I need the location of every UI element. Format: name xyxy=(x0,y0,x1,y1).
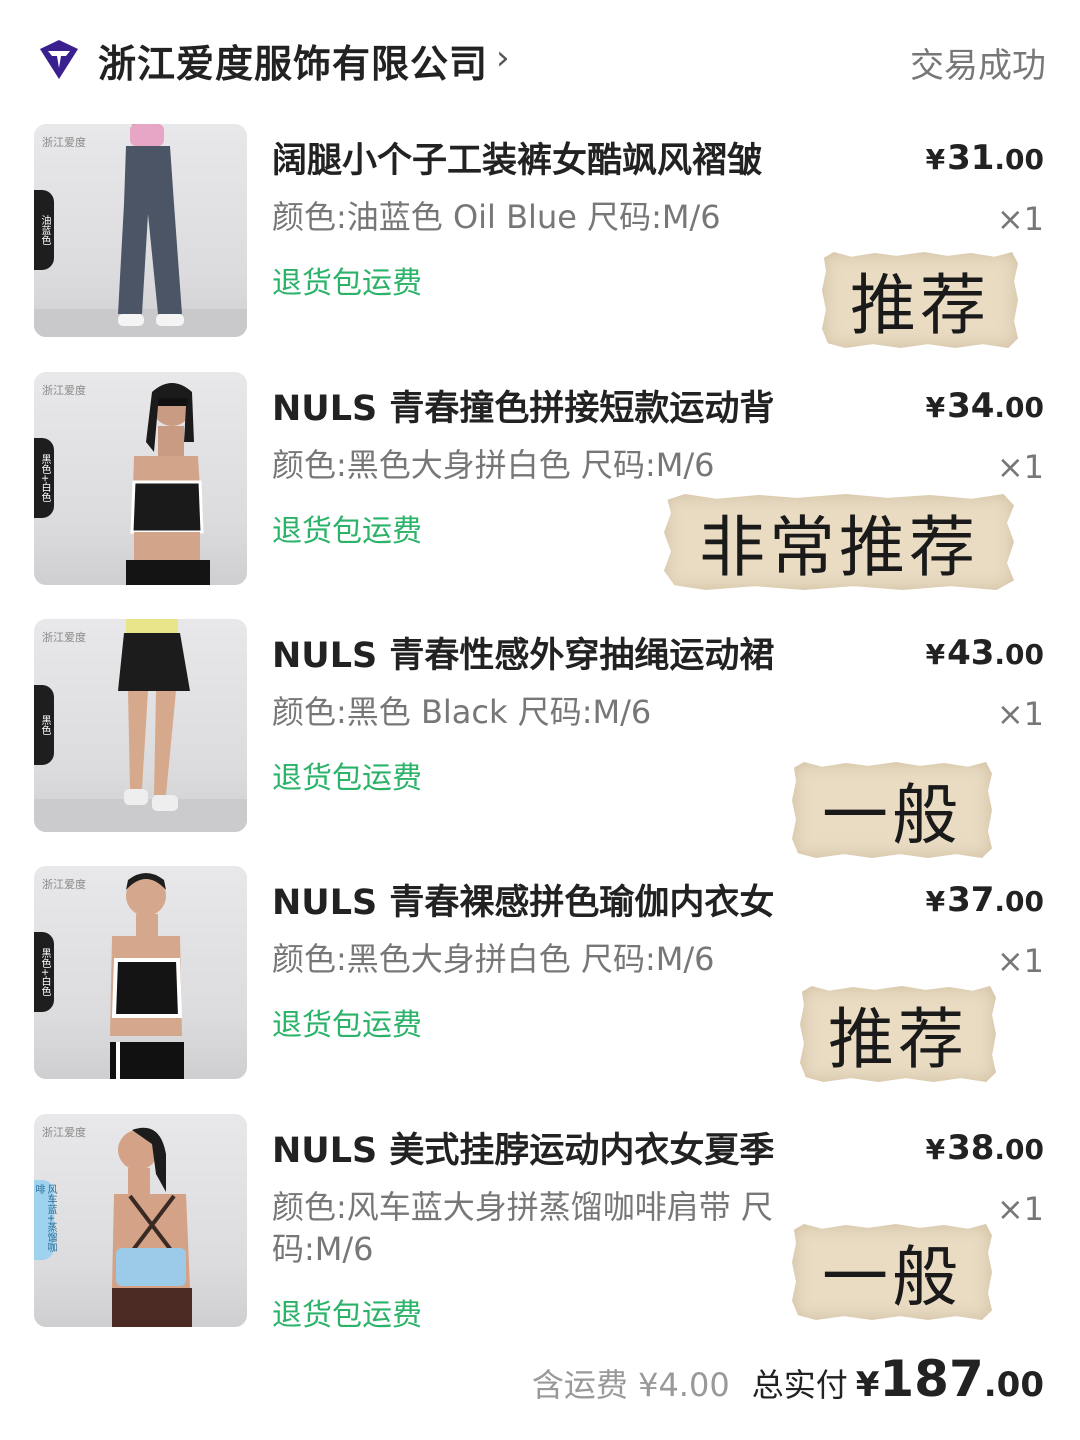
price-decimal: .00 xyxy=(994,638,1044,671)
product-image xyxy=(112,1127,192,1327)
product-title[interactable]: NULS 青春裸感拼色瑜伽内衣女 xyxy=(272,874,774,925)
return-shipping-badge: 退货包运费 xyxy=(272,266,422,301)
return-shipping-badge: 退货包运费 xyxy=(272,1008,422,1043)
rating-sticker: 非常推荐 xyxy=(664,494,1014,590)
order-detail-page: 浙江爱度服饰有限公司 › 交易成功 浙江爱度 油蓝色 阔腿小个子工装裤女酷飒风褶… xyxy=(0,0,1080,1440)
total-amount-decimal: .00 xyxy=(983,1365,1044,1405)
price-integer: 31 xyxy=(947,138,995,178)
product-thumbnail[interactable]: 浙江爱度 黑色+白色 xyxy=(34,866,247,1079)
product-image xyxy=(34,619,247,832)
item-quantity: ×1 xyxy=(996,1190,1044,1228)
shop-name[interactable]: 浙江爱度服饰有限公司 xyxy=(98,33,488,88)
product-thumbnail[interactable]: 浙江爱度 油蓝色 xyxy=(34,124,247,337)
thumb-color-tag: 油蓝色 xyxy=(34,190,54,270)
thumb-brand-label: 浙江爱度 xyxy=(42,878,86,891)
item-price: ¥37.00 xyxy=(926,880,1044,920)
product-variant: 颜色:黑色大身拼白色 尺码:M/6 xyxy=(272,446,715,484)
item-quantity: ×1 xyxy=(996,942,1044,980)
rating-sticker: 一般 xyxy=(792,1224,992,1320)
thumb-brand-label: 浙江爱度 xyxy=(42,384,86,397)
product-title[interactable]: NULS 青春性感外穿抽绳运动裙 xyxy=(272,627,774,678)
product-thumbnail[interactable]: 浙江爱度 风车蓝+蒸馏咖啡 xyxy=(34,1114,247,1327)
rating-sticker: 推荐 xyxy=(800,986,996,1082)
item-quantity: ×1 xyxy=(996,448,1044,486)
price-currency: ¥ xyxy=(925,885,946,918)
product-title[interactable]: NULS 青春撞色拼接短款运动背 xyxy=(272,380,774,431)
shop-header[interactable]: 浙江爱度服饰有限公司 › 交易成功 xyxy=(36,28,1046,92)
price-decimal: .00 xyxy=(994,143,1044,176)
thumb-color-tag: 黑色+白色 xyxy=(34,438,54,518)
price-decimal: .00 xyxy=(994,885,1044,918)
chevron-right-icon[interactable]: › xyxy=(496,38,510,78)
thumb-brand-label: 浙江爱度 xyxy=(42,631,86,644)
thumb-brand-label: 浙江爱度 xyxy=(42,136,86,149)
product-image xyxy=(34,124,247,337)
price-integer: 34 xyxy=(947,386,995,426)
shop-logo-icon xyxy=(40,40,78,79)
thumb-brand-label: 浙江爱度 xyxy=(42,1126,86,1139)
product-title[interactable]: 阔腿小个子工装裤女酷飒风褶皱 xyxy=(272,132,762,183)
item-price: ¥43.00 xyxy=(926,633,1044,673)
price-currency: ¥ xyxy=(925,1133,946,1166)
item-quantity: ×1 xyxy=(996,200,1044,238)
item-price: ¥34.00 xyxy=(926,386,1044,426)
shipping-fee-label: 含运费 ¥4.00 xyxy=(531,1366,730,1404)
product-variant: 颜色:油蓝色 Oil Blue 尺码:M/6 xyxy=(272,198,721,236)
price-currency: ¥ xyxy=(925,638,946,671)
rating-sticker: 一般 xyxy=(792,762,992,858)
item-quantity: ×1 xyxy=(996,695,1044,733)
price-integer: 43 xyxy=(947,633,995,673)
product-thumbnail[interactable]: 浙江爱度 黑色+白色 xyxy=(34,372,247,585)
total-paid-label: 总实付 xyxy=(751,1366,848,1404)
item-price: ¥38.00 xyxy=(926,1128,1044,1168)
price-integer: 38 xyxy=(947,1128,995,1168)
price-decimal: .00 xyxy=(994,1133,1044,1166)
product-variant: 颜色:黑色 Black 尺码:M/6 xyxy=(272,693,652,731)
total-amount-integer: 187 xyxy=(879,1350,984,1408)
order-total-bar: 含运费 ¥4.00 总实付 ¥ 187 .00 xyxy=(532,1350,1044,1410)
product-image xyxy=(126,383,210,585)
price-integer: 37 xyxy=(947,880,995,920)
thumb-color-tag: 风车蓝+蒸馏咖啡 xyxy=(34,1180,56,1260)
product-image xyxy=(110,873,184,1079)
product-thumbnail[interactable]: 浙江爱度 黑色 xyxy=(34,619,247,832)
thumb-color-tag: 黑色 xyxy=(34,685,54,765)
thumb-color-tag: 黑色+白色 xyxy=(34,932,54,1012)
price-decimal: .00 xyxy=(994,391,1044,424)
return-shipping-badge: 退货包运费 xyxy=(272,1298,422,1333)
price-currency: ¥ xyxy=(925,391,946,424)
item-price: ¥31.00 xyxy=(926,138,1044,178)
product-variant: 颜色:风车蓝大身拼蒸馏咖啡肩带 尺码:M/6 xyxy=(272,1188,773,1268)
return-shipping-badge: 退货包运费 xyxy=(272,761,422,796)
total-currency: ¥ xyxy=(855,1365,880,1405)
product-variant: 颜色:黑色大身拼白色 尺码:M/6 xyxy=(272,940,715,978)
product-title[interactable]: NULS 美式挂脖运动内衣女夏季 xyxy=(272,1122,774,1173)
return-shipping-badge: 退货包运费 xyxy=(272,514,422,549)
order-status: 交易成功 xyxy=(910,46,1046,86)
rating-sticker: 推荐 xyxy=(822,252,1018,348)
price-currency: ¥ xyxy=(925,143,946,176)
